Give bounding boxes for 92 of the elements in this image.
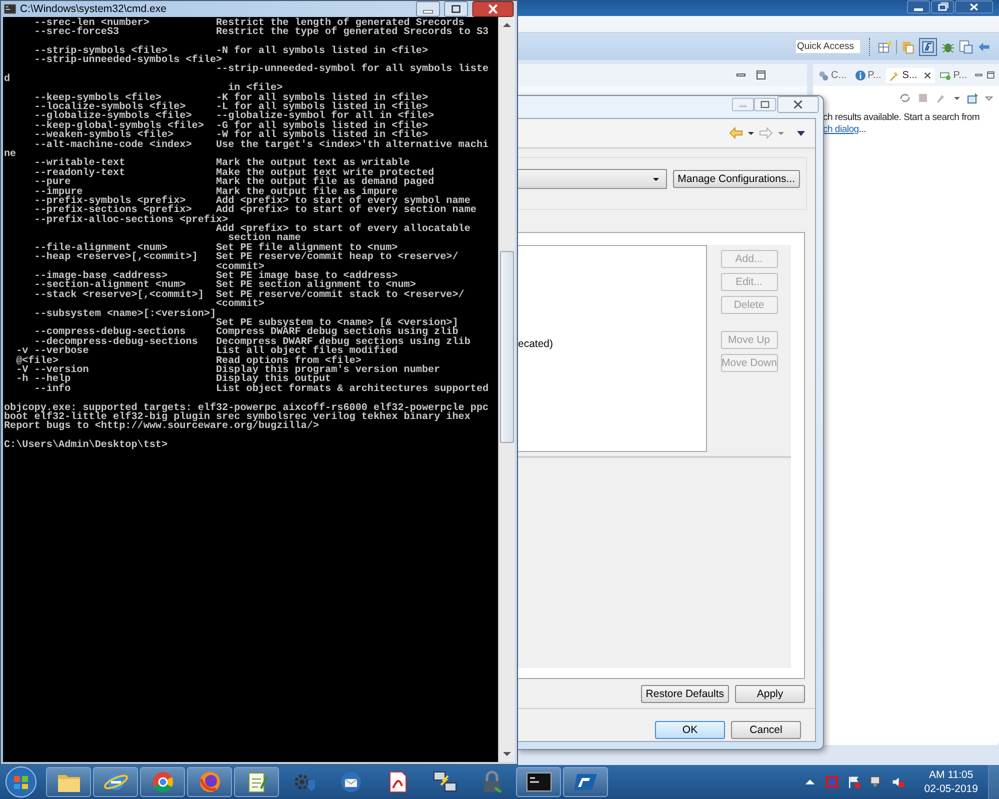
taskbar-button[interactable] [46, 767, 91, 797]
chip-icon[interactable] [919, 38, 937, 56]
option-name: --keep-global-symbols <file> [33, 122, 205, 132]
option-name: --stack <reserve>[,<commit>] [33, 290, 205, 300]
terminal-icon [526, 770, 552, 794]
view-tab[interactable]: C... [815, 68, 850, 82]
apply-button[interactable]: Apply [735, 685, 805, 703]
option-name: --srec-forceS3 [33, 28, 120, 38]
cancel-button[interactable]: Cancel [731, 721, 801, 739]
gears-icon [818, 70, 829, 80]
clock-time: AM 11:05 [929, 768, 974, 782]
console-text: C:\Users\Admin\Desktop\tst> [4, 440, 168, 452]
quick-access-field[interactable]: Quick Access [795, 39, 861, 54]
sync-icon[interactable] [899, 92, 911, 104]
option-description: <commit> [216, 299, 264, 310]
flag-icon[interactable] [847, 775, 862, 789]
restore-defaults-button[interactable]: Restore Defaults [640, 685, 729, 703]
option-name: -h --help [15, 375, 72, 385]
clock-date: 02-05-2019 [924, 782, 978, 796]
option-name: --writable-text [33, 159, 126, 169]
view-tab[interactable]: S... [886, 68, 936, 82]
option-description: Restrict the type of generated Srecords to S3 [216, 26, 489, 38]
option-description: -N for all symbols listed in <file> [216, 46, 428, 57]
option-name: --srec-len <number> [33, 18, 150, 28]
close-button[interactable] [776, 96, 820, 113]
list-box[interactable]: ecated) [518, 245, 707, 452]
browser-icon [196, 770, 222, 794]
option-name: --prefix-symbols <prefix> [33, 196, 186, 206]
speaker-icon[interactable] [891, 775, 906, 789]
option-name: --section-alignment <num> [33, 281, 186, 291]
option-name: --strip-unneeded-symbols <file> [33, 56, 222, 66]
maximize-icon[interactable] [986, 69, 995, 81]
option-name: --prefix-sections <prefix> [33, 206, 192, 216]
caret-icon[interactable] [747, 129, 755, 137]
scroll-thumb[interactable] [500, 251, 514, 443]
info-icon [854, 70, 866, 80]
option-description: Add <prefix> to start of every section name [216, 205, 476, 216]
console-text: d [4, 74, 10, 85]
computers-icon [432, 770, 458, 794]
taskbar-button[interactable] [93, 767, 138, 797]
restore-button[interactable] [931, 0, 954, 14]
option-name: --compress-debug-sections [33, 328, 186, 338]
taskbar-button[interactable] [563, 767, 608, 797]
option-name: --readonly-text [33, 168, 126, 178]
taskbar-button[interactable] [140, 767, 185, 797]
taskbar-button[interactable] [234, 767, 279, 797]
option-name: -v --verbose [15, 347, 89, 357]
option-name: --impure [33, 188, 83, 197]
restore-button[interactable] [754, 96, 776, 113]
restore-button[interactable] [444, 1, 468, 17]
view-tab[interactable]: P... [937, 68, 970, 82]
clock[interactable]: AM 11:05 02-05-2019 [924, 768, 978, 796]
scrollbar[interactable] [498, 17, 515, 762]
option-name: --subsystem <name>[:<version>] [33, 310, 216, 320]
console-text: ne [4, 148, 16, 160]
close-icon[interactable] [923, 70, 932, 80]
minimize-button[interactable] [416, 1, 440, 17]
console-text: Report bugs to <http://www.sourceware.org/bugzilla/> [4, 421, 319, 432]
perspective-icon[interactable] [878, 40, 892, 54]
component-icon [940, 70, 952, 80]
option-name: --decompress-debug-sections [33, 338, 199, 348]
terminal-icon [4, 4, 16, 14]
option-name: --weaken-symbols <file> [33, 131, 174, 141]
option-description: List object formats & architectures supported [216, 384, 489, 395]
ok-button[interactable]: OK [655, 721, 725, 739]
taskbar-button[interactable] [516, 767, 561, 797]
option-name: --alt-machine-code <index> [33, 140, 193, 150]
view-tab[interactable]: P... [852, 68, 884, 82]
option-name: --globalize-symbols <file> [33, 112, 192, 122]
list-item[interactable]: ecated) [518, 338, 554, 350]
configuration-dropdown[interactable] [518, 169, 667, 189]
caret-icon[interactable] [953, 94, 961, 102]
option-description: --strip-unneeded-symbol for all symbols liste [216, 64, 489, 76]
option-name: @<file> [15, 356, 59, 366]
minimize-button[interactable] [907, 0, 930, 14]
option-name: --pure [33, 178, 71, 188]
option-name: --heap <reserve>[,<commit>] [33, 253, 199, 263]
caret-icon [652, 175, 660, 183]
clipboard-icon[interactable] [901, 40, 915, 54]
option-description: Use the target's <index>'th alternative machi [216, 140, 489, 151]
flashlight-icon [889, 70, 900, 80]
table-icon[interactable] [959, 40, 973, 54]
option-name: --info [33, 384, 72, 394]
close-button[interactable] [955, 0, 993, 14]
option-name: --prefix-alloc-sections <prefix> [33, 216, 228, 226]
menu-caret-icon[interactable] [797, 129, 805, 137]
manage-configurations-button[interactable]: Manage Configurations... [672, 170, 800, 188]
close-button[interactable] [472, 1, 514, 17]
maximize-icon[interactable] [755, 69, 767, 81]
pin-icon[interactable] [967, 92, 979, 104]
window-title: C:\Windows\system32\cmd.exe [20, 3, 166, 15]
start-button[interactable] [4, 765, 38, 799]
